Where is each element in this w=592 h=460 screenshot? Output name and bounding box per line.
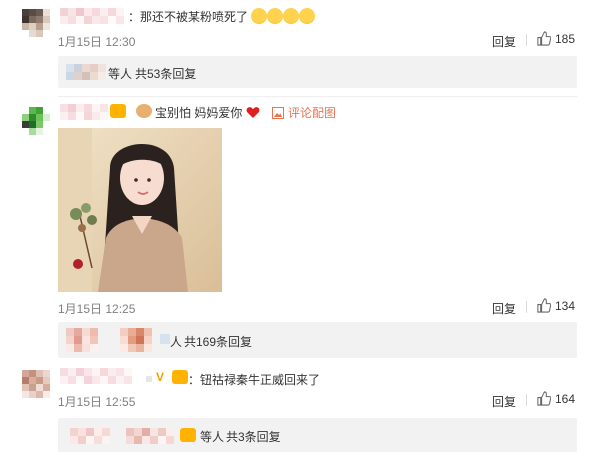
laugh-cry-emoji [251, 8, 316, 24]
cat-emoji-icon [136, 104, 152, 118]
reply-user-badge-icon [160, 334, 170, 344]
timestamp: 1月15日 12:55 [58, 395, 136, 409]
reply-users-suffix: 等人 [108, 67, 133, 81]
username[interactable] [60, 104, 108, 120]
view-replies-link[interactable]: 共53条回复 [135, 65, 196, 82]
crown-badge-icon [146, 376, 152, 382]
reply-button[interactable]: 回复 [492, 393, 516, 410]
reply-avatars [66, 64, 106, 80]
avatar[interactable] [22, 370, 50, 398]
thumb-up-icon [537, 31, 551, 46]
image-icon [272, 106, 284, 119]
timestamp: 1月15日 12:30 [58, 35, 136, 49]
vip-badge-icon [110, 104, 126, 118]
username[interactable] [60, 368, 132, 384]
reply-summary[interactable]: 等人 共3条回复 [58, 418, 577, 452]
reply-button[interactable]: 回复 [492, 33, 516, 50]
username[interactable] [60, 8, 124, 24]
comment-image-link[interactable]: 评论配图 [272, 104, 336, 121]
divider [526, 394, 527, 406]
vip-badge-icon [172, 370, 188, 384]
divider [526, 34, 527, 46]
comment-photo[interactable] [58, 128, 222, 292]
reply-button[interactable]: 回复 [492, 300, 516, 317]
comment-body: 宝别怕 妈妈爱你 [155, 104, 260, 121]
reply-summary[interactable]: 人 共169条回复 [58, 322, 577, 358]
reply-users-suffix: 等人 [200, 430, 225, 444]
comment-text: ：钮祜禄秦牛正威回来了 [188, 373, 321, 387]
comment-body: ：钮祜禄秦牛正威回来了 [188, 371, 320, 388]
reply-users-suffix: 人 [170, 335, 183, 349]
vip-badge-icon [180, 428, 196, 442]
reply-avatars [66, 328, 152, 352]
thumb-up-icon [537, 391, 551, 406]
thumb-up-icon [537, 298, 551, 313]
heart-icon [246, 107, 260, 118]
reply-summary[interactable]: 等人 共53条回复 [58, 56, 577, 88]
comment-divider [58, 96, 577, 97]
view-replies-link[interactable]: 共3条回复 [226, 428, 281, 445]
avatar[interactable] [22, 9, 50, 37]
timestamp: 1月15日 12:25 [58, 302, 136, 316]
like-button[interactable]: 185 [536, 31, 575, 46]
avatar[interactable] [22, 107, 50, 135]
divider [526, 301, 527, 313]
verified-badge-icon: V [156, 370, 165, 384]
like-button[interactable]: 134 [536, 298, 575, 313]
comment-text: ：那还不被某粉喷死了 [128, 10, 249, 24]
comment-text: 宝别怕 妈妈爱你 [155, 106, 243, 120]
comment-body: ：那还不被某粉喷死了 [128, 8, 316, 25]
like-button[interactable]: 164 [536, 391, 575, 406]
portrait-image [58, 128, 222, 292]
view-replies-link[interactable]: 共169条回复 [184, 333, 252, 350]
reply-avatars [70, 428, 174, 444]
